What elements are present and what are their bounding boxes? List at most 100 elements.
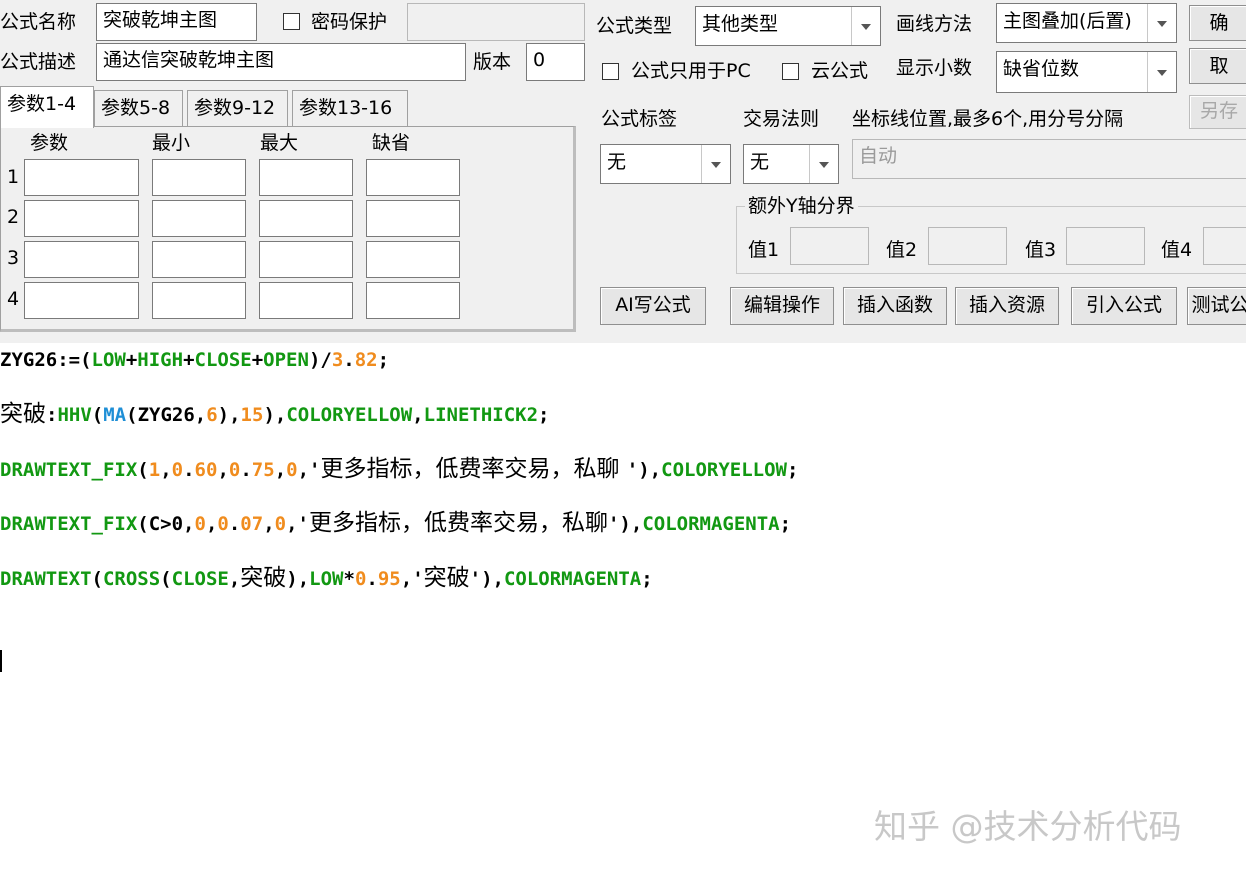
test-formula-button[interactable]: 测试公 [1187,287,1246,325]
code-token: 07 [240,513,264,535]
code-token: ; [779,513,792,535]
code-token: 突破 [423,565,470,591]
param-default-input[interactable] [366,282,460,319]
value4-input[interactable] [1203,227,1246,265]
code-token: + [183,349,195,371]
code-token: , [412,404,424,426]
code-token: DRAWTEXT_FIX [0,513,138,535]
version-label: 版本 [473,51,512,73]
confirm-button[interactable]: 确 [1189,5,1246,41]
param-row-number: 2 [7,206,20,228]
code-token: CROSS [102,568,161,590]
tab-params-9-12[interactable]: 参数9-12 [187,90,288,126]
code-token: MA [103,404,127,426]
trade-rule-select[interactable]: 无 [743,144,839,184]
value4-label: 值4 [1161,239,1193,261]
formula-type-value: 其他类型 [702,13,779,35]
param-min-input[interactable] [152,200,246,237]
code-token: ,' [400,568,424,590]
code-token: 6 [206,404,218,426]
formula-editor-header: 公式名称 突破乾坤主图 密码保护 公式类型 其他类型 画线方法 主图叠加(后置)… [0,0,1246,343]
code-token: : [46,404,58,426]
code-token: )/ [308,349,332,371]
formula-tag-select[interactable]: 无 [600,144,731,184]
tab-params-5-8[interactable]: 参数5-8 [94,90,183,126]
ai-write-formula-button[interactable]: AI写公式 [600,287,706,325]
param-min-input[interactable] [152,241,246,278]
param-row-number: 4 [7,288,20,310]
draw-method-select[interactable]: 主图叠加(后置) [996,3,1177,43]
value3-input[interactable] [1066,227,1145,265]
code-token: '), [626,459,662,481]
axis-position-input[interactable]: 自动 [852,139,1246,179]
save-as-button[interactable]: 另存 [1189,95,1246,129]
code-token: 更多指标，低费率交易，私聊 [308,510,608,536]
param-max-input[interactable] [259,282,353,319]
code-token: . [228,513,241,535]
value2-input[interactable] [928,227,1007,265]
code-token: + [251,349,264,371]
formula-type-select[interactable]: 其他类型 [695,6,881,46]
formula-name-label: 公式名称 [0,11,77,33]
code-token: LOW [91,349,126,371]
code-token: 15 [240,404,264,426]
code-token: '), [607,513,643,535]
chevron-down-icon [809,145,838,183]
chevron-down-icon [1147,4,1176,42]
code-token: 75 [251,459,275,481]
code-token: ,' [286,513,309,535]
param-default-input[interactable] [366,241,460,278]
insert-resource-button[interactable]: 插入资源 [955,287,1059,325]
param-default-input[interactable] [366,200,460,237]
insert-function-button[interactable]: 插入函数 [843,287,947,325]
code-token: , [274,459,287,481]
param-default-input[interactable] [366,159,460,196]
param-name-input[interactable] [24,241,139,278]
password-checkbox[interactable] [283,13,300,30]
cloud-checkbox[interactable] [782,63,799,80]
decimals-select[interactable]: 缺省位数 [996,51,1177,93]
version-input[interactable]: 0 [526,43,585,81]
param-row-number: 3 [7,247,20,269]
param-name-input[interactable] [24,282,139,319]
param-name-input[interactable] [24,200,139,237]
chevron-down-icon [851,7,880,45]
max-col-header: 最大 [260,132,299,154]
code-token: 0 [274,513,287,535]
password-input[interactable] [407,3,585,41]
formula-desc-input[interactable]: 通达信突破乾坤主图 [96,43,466,81]
cancel-button[interactable]: 取 [1189,48,1246,84]
code-token: COLORMAGENTA [503,568,642,590]
code-token: 0 [354,568,367,590]
param-min-input[interactable] [152,159,246,196]
code-token: ZYG26:=( [0,349,92,371]
code-token: . [240,459,252,481]
code-token: ( [160,568,172,590]
pc-only-checkbox[interactable] [602,63,619,80]
param-name-input[interactable] [24,159,139,196]
code-line: ZYG26:=(LOW+HIGH+CLOSE+OPEN)/3.82; [0,347,389,373]
code-token: ( [91,404,104,426]
code-token: DRAWTEXT_FIX [0,459,138,481]
code-token: ; [641,568,653,590]
draw-method-value: 主图叠加(后置) [1003,10,1132,32]
formula-name-input[interactable]: 突破乾坤主图 [96,3,257,41]
edit-operation-button[interactable]: 编辑操作 [730,287,834,325]
import-formula-button[interactable]: 引入公式 [1071,287,1177,325]
cloud-label: 云公式 [811,60,869,82]
extra-y-axis-label: 额外Y轴分界 [745,194,858,218]
param-min-input[interactable] [152,282,246,319]
value1-input[interactable] [790,227,869,265]
code-token: ; [377,349,390,371]
code-token: , [263,513,275,535]
param-max-input[interactable] [259,200,353,237]
code-token: HHV [57,404,92,426]
code-token: DRAWTEXT [0,568,92,590]
param-max-input[interactable] [259,241,353,278]
code-token: 0 [194,513,206,535]
tab-params-1-4[interactable]: 参数1-4 [0,86,94,128]
param-max-input[interactable] [259,159,353,196]
tab-params-13-16[interactable]: 参数13-16 [292,90,408,126]
code-token: '), [469,568,504,590]
code-token: 0 [286,459,298,481]
